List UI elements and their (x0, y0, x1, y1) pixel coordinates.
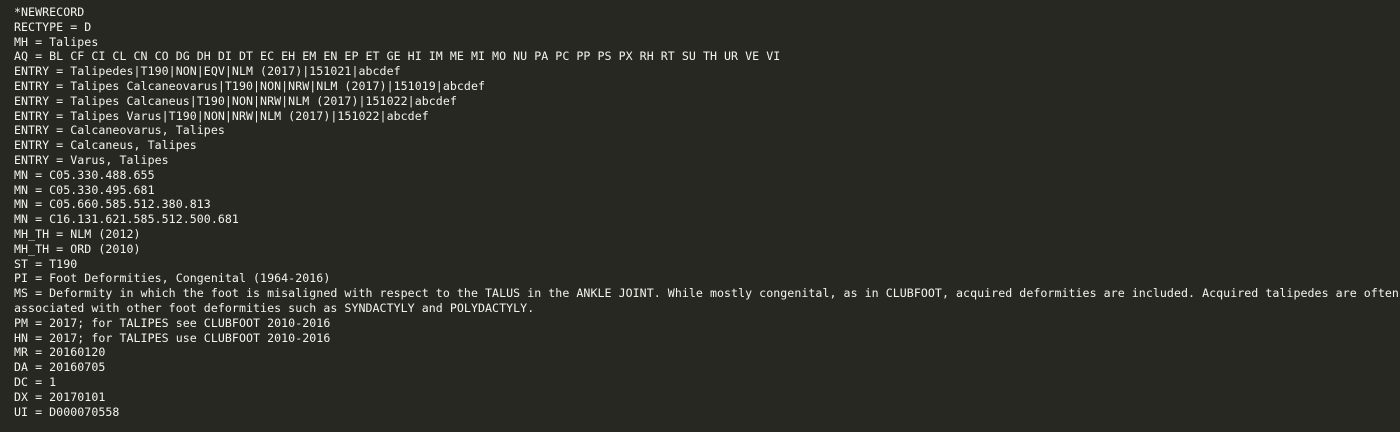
record-line-mh-th: MH_TH = NLM (2012) (14, 226, 141, 241)
record-line-entry: ENTRY = Talipes Calcaneus|T190|NON|NRW|N… (14, 93, 457, 108)
record-line-ms-continued: associated with other foot deformities s… (14, 300, 535, 315)
record-line-mn: MN = C16.131.621.585.512.500.681 (14, 212, 239, 227)
record-line-pi: PI = Foot Deformities, Congenital (1964-… (14, 271, 331, 286)
record-line-entry: ENTRY = Talipes Varus|T190|NON|NRW|NLM (… (14, 108, 429, 123)
record-line-dc: DC = 1 (14, 374, 57, 389)
record-line-mr: MR = 20160120 (14, 345, 106, 360)
record-line-ui: UI = D000070558 (14, 404, 120, 419)
record-line-mh-th: MH_TH = ORD (2010) (14, 241, 141, 256)
record-line-hn: HN = 2017; for TALIPES use CLUBFOOT 2010… (14, 330, 331, 345)
record-line-pm: PM = 2017; for TALIPES see CLUBFOOT 2010… (14, 315, 331, 330)
record-line-mn: MN = C05.330.495.681 (14, 182, 155, 197)
record-line-entry: ENTRY = Varus, Talipes (14, 152, 169, 167)
record-line-ms: MS = Deformity in which the foot is misa… (14, 286, 1399, 301)
record-line-dx: DX = 20170101 (14, 389, 106, 404)
terminal-output: *NEWRECORD RECTYPE = D MH = Talipes AQ =… (0, 0, 1400, 432)
record-line-mn: MN = C05.330.488.655 (14, 167, 155, 182)
record-line-entry: ENTRY = Talipedes|T190|NON|EQV|NLM (2017… (14, 64, 401, 79)
record-line-mh: MH = Talipes (14, 34, 99, 49)
record-line-rectype: RECTYPE = D (14, 19, 92, 34)
record-line-entry: ENTRY = Talipes Calcaneovarus|T190|NON|N… (14, 78, 486, 93)
record-line-da: DA = 20160705 (14, 360, 106, 375)
record-line-newrecord: *NEWRECORD (14, 5, 85, 19)
record-line-entry: ENTRY = Calcaneus, Talipes (14, 138, 197, 153)
record-line-st: ST = T190 (14, 256, 78, 271)
record-line-entry: ENTRY = Calcaneovarus, Talipes (14, 123, 225, 138)
record-line-mn: MN = C05.660.585.512.380.813 (14, 197, 211, 212)
record-line-aq: AQ = BL CF CI CL CN CO DG DH DI DT EC EH… (14, 49, 781, 64)
